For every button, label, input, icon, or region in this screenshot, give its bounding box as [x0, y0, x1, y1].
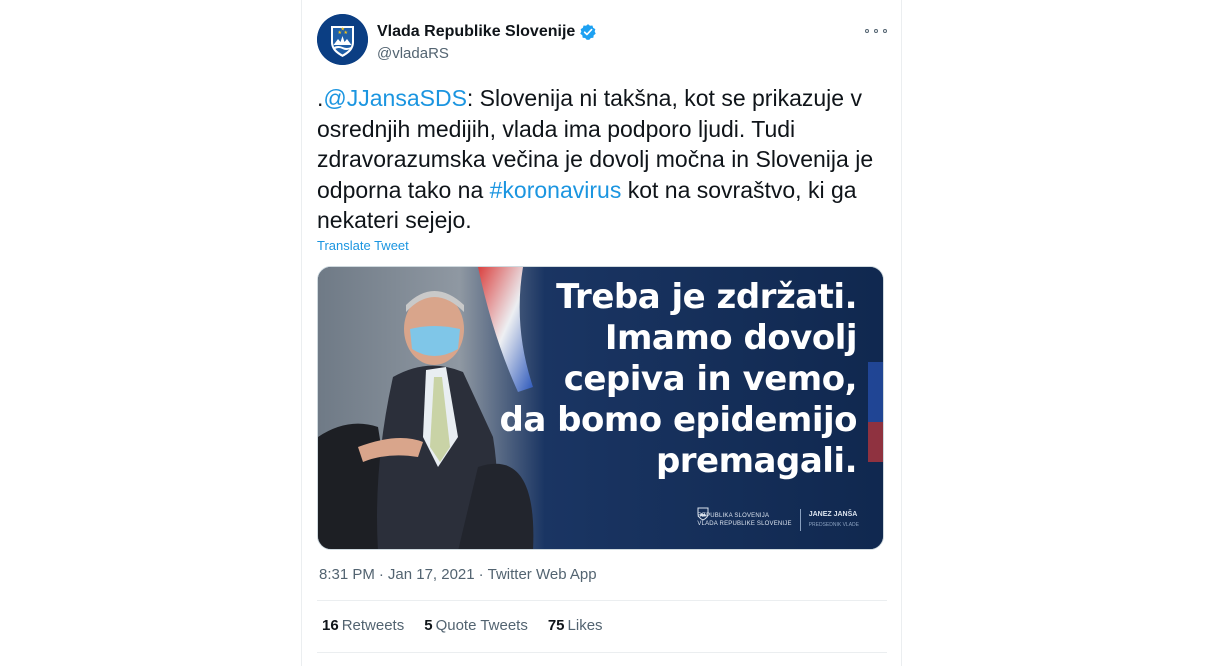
quotes-label: Quote Tweets — [435, 617, 528, 634]
footer-right-name: JANEZ JANŠA — [808, 511, 858, 518]
meta-separator: · — [378, 566, 384, 583]
handle[interactable]: @vladaRS — [377, 45, 597, 62]
footer-left-text: REPUBLIKA SLOVENIJA VLADA REPUBLIKE SLOV… — [697, 512, 791, 528]
verified-badge-icon — [580, 24, 597, 40]
tweet-header: ★ ★ ★ Vlada Republike Slovenije @vladaRS — [317, 14, 887, 70]
quotes-count: 5 — [424, 617, 433, 634]
media-line: Treba je zdržati. — [556, 277, 857, 317]
divider — [317, 600, 887, 601]
retweets-count: 16 — [322, 617, 339, 634]
likes-label: Likes — [567, 617, 603, 634]
dot-icon — [865, 29, 869, 33]
meta-separator: · — [478, 566, 484, 583]
likes-stat[interactable]: 75 Likes — [548, 617, 603, 634]
avatar[interactable]: ★ ★ ★ — [317, 14, 368, 65]
tweet-meta: 8:31 PM · Jan 17, 2021 · Twitter Web App — [317, 566, 599, 583]
retweets-label: Retweets — [341, 617, 405, 634]
retweets-stat[interactable]: 16 Retweets — [322, 617, 404, 634]
account-info: Vlada Republike Slovenije @vladaRS — [377, 23, 597, 62]
media-line: Imamo dovolj — [604, 318, 858, 358]
likes-count: 75 — [547, 617, 565, 634]
tweet-source[interactable]: Twitter Web App — [488, 566, 597, 583]
media-line: cepiva in vemo, — [563, 359, 858, 399]
hashtag-link[interactable]: #koronavirus — [490, 177, 622, 203]
government-logo-icon — [697, 507, 709, 521]
display-name-text: Vlada Republike Slovenije — [377, 23, 576, 40]
tweet-date[interactable]: Jan 17, 2021 — [388, 566, 475, 583]
tweet-media-image[interactable]: Treba je zdržati. Imamo dovolj cepiva in… — [317, 266, 884, 550]
slovenian-coat-of-arms-icon: ★ ★ ★ — [317, 14, 368, 65]
media-line: da bomo epidemijo — [499, 400, 858, 440]
dot-icon — [874, 29, 878, 33]
dot-icon — [883, 29, 887, 33]
tweet-stats: 16 Retweets 5 Quote Tweets 75 Likes — [322, 617, 603, 634]
footer-right-title: PREDSEDNIK VLADE — [808, 522, 859, 528]
footer-right-text: JANEZ JANŠA PREDSEDNIK VLADE — [809, 510, 859, 530]
tweet-card: ★ ★ ★ Vlada Republike Slovenije @vladaRS… — [301, 0, 902, 666]
media-headline: Treba je zdržati. Imamo dovolj cepiva in… — [499, 277, 858, 482]
display-name[interactable]: Vlada Republike Slovenije — [377, 23, 597, 41]
media-line: premagali. — [655, 441, 858, 481]
footer-left-line2: VLADA REPUBLIKE SLOVENIJE — [697, 521, 792, 527]
svg-text:★: ★ — [341, 27, 346, 33]
translate-tweet-link[interactable]: Translate Tweet — [317, 238, 409, 253]
mention-link[interactable]: @JJansaSDS — [323, 85, 467, 111]
tweet-time[interactable]: 8:31 PM — [319, 566, 375, 583]
tweet-text: .@JJansaSDS: Slovenija ni takšna, kot se… — [317, 83, 877, 236]
quote-tweets-stat[interactable]: 5 Quote Tweets — [424, 617, 528, 634]
divider — [317, 652, 887, 653]
media-footer: REPUBLIKA SLOVENIJA VLADA REPUBLIKE SLOV… — [697, 507, 859, 533]
footer-divider — [799, 509, 801, 531]
footer-left-line1: REPUBLIKA SLOVENIJA — [697, 513, 770, 519]
more-horizontal-icon[interactable] — [865, 24, 887, 38]
